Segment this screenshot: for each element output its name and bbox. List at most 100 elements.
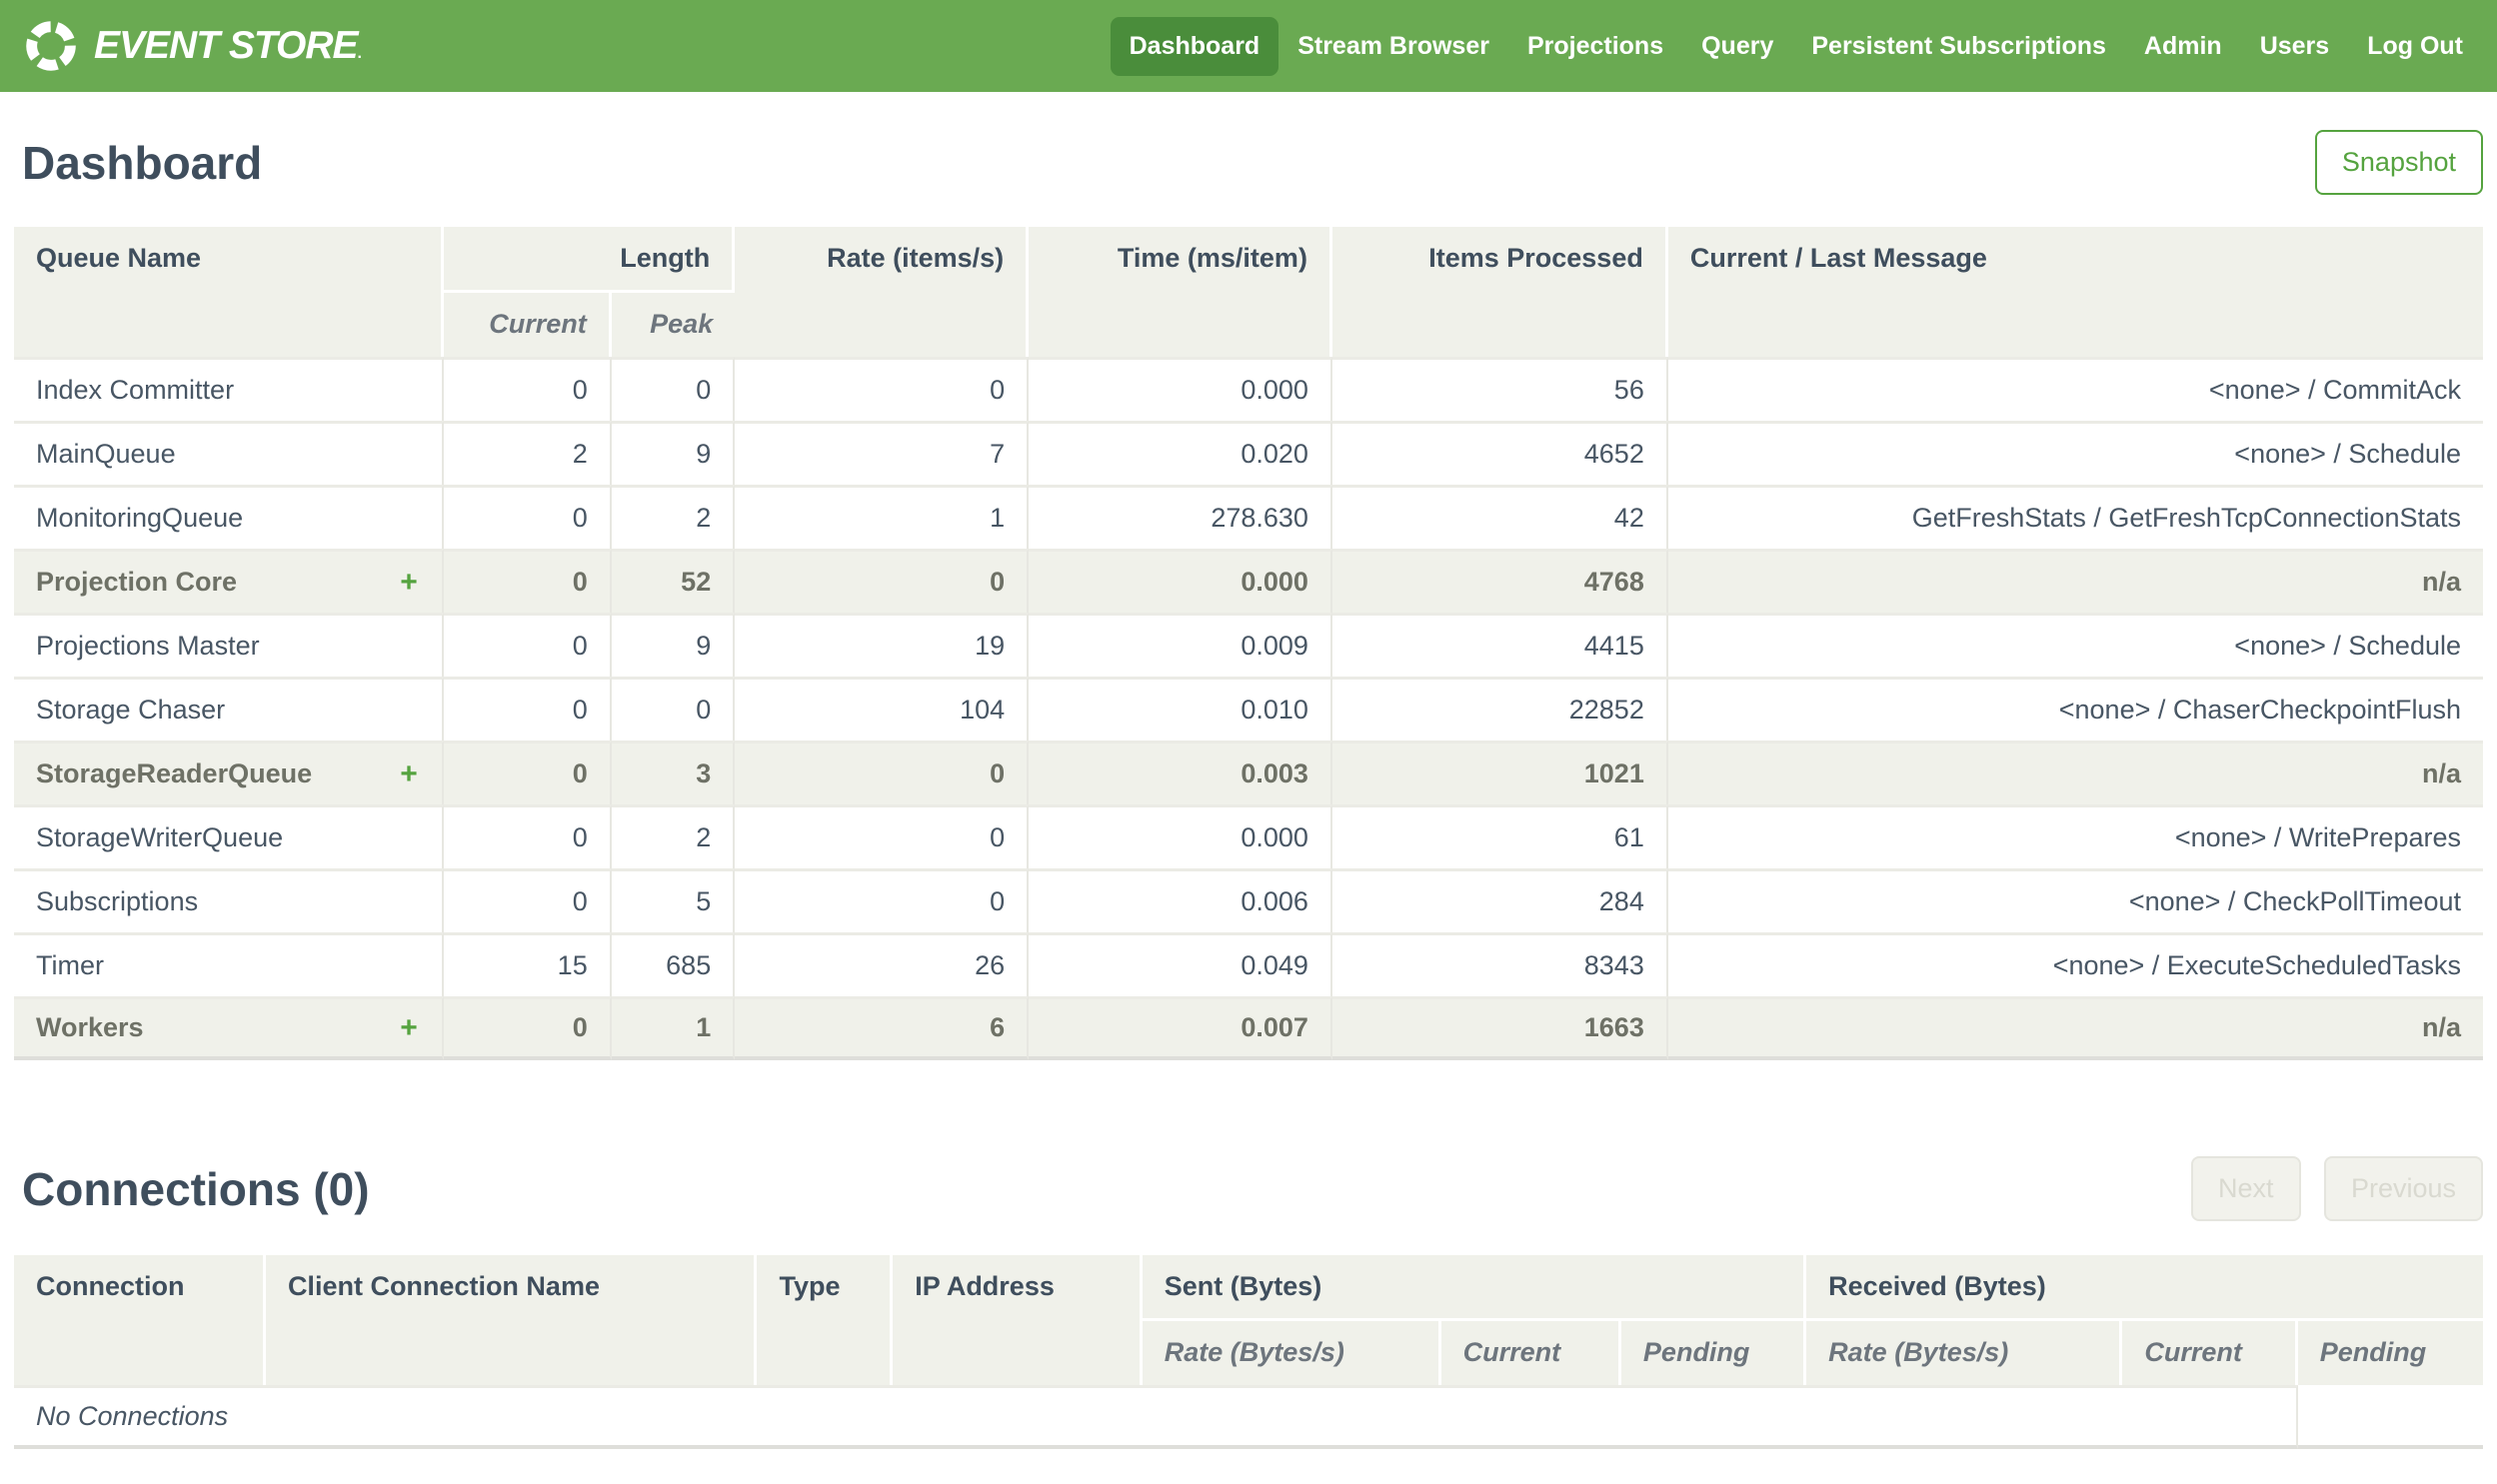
queue-row: Timer 15 685 26 0.049 8343 <none> / Exec…	[14, 932, 2483, 996]
snapshot-button[interactable]: Snapshot	[2314, 130, 2483, 195]
queue-length-peak: 0	[611, 357, 736, 421]
queue-message: <none> / ChaserCheckpointFlush	[1667, 677, 2483, 741]
nav-item-persistent-subscriptions[interactable]: Persistent Subscriptions	[1792, 17, 2125, 76]
queue-message: <none> / CheckPollTimeout	[1667, 868, 2483, 932]
brand-text: EVENT STORE.	[94, 24, 362, 67]
queue-row: MonitoringQueue 0 2 1 278.630 42 GetFres…	[14, 485, 2483, 549]
queue-rate: 7	[735, 421, 1030, 485]
header-length: Length	[443, 227, 736, 293]
header-sent-pending: Pending	[1620, 1321, 1807, 1385]
nav-item-log-out[interactable]: Log Out	[2348, 17, 2482, 76]
queue-name: Timer	[36, 950, 104, 980]
queue-items-processed: 4415	[1331, 613, 1668, 677]
queue-length-peak: 0	[611, 677, 736, 741]
queue-message: <none> / ExecuteScheduledTasks	[1667, 932, 2483, 996]
nav-item-admin[interactable]: Admin	[2125, 17, 2241, 76]
queue-message: <none> / WritePrepares	[1667, 804, 2483, 868]
queue-rate: 1	[735, 485, 1030, 549]
header-received-current: Current	[2122, 1321, 2298, 1385]
queue-time: 0.010	[1029, 677, 1332, 741]
ghost-cell	[2297, 1385, 2483, 1449]
top-navbar: EVENT STORE. Dashboard Stream Browser Pr…	[0, 0, 2497, 92]
main-content: Dashboard Snapshot Queue Name Length Rat…	[0, 130, 2497, 1449]
header-time: Time (ms/item)	[1029, 227, 1332, 357]
queue-row: Subscriptions 0 5 0 0.006 284 <none> / C…	[14, 868, 2483, 932]
header-received-rate: Rate (Bytes/s)	[1806, 1321, 2123, 1385]
queue-length-current: 0	[443, 677, 612, 741]
connections-table-body: No Connections	[14, 1385, 2483, 1449]
expand-plus-icon[interactable]: +	[398, 566, 420, 600]
queue-time: 0.000	[1029, 804, 1332, 868]
queue-name: Workers	[36, 1012, 144, 1042]
expand-plus-icon[interactable]: +	[398, 1011, 420, 1045]
queue-time: 0.000	[1029, 549, 1332, 613]
next-button[interactable]: Next	[2190, 1156, 2301, 1221]
queue-length-current: 0	[443, 549, 612, 613]
queue-message: GetFreshStats / GetFreshTcpConnectionSta…	[1667, 485, 2483, 549]
queue-row: Projection Core + 0 52 0 0.000 4768 n/a	[14, 549, 2483, 613]
header-connection: Connection	[14, 1255, 266, 1385]
nav-item-projections[interactable]: Projections	[1508, 17, 1682, 76]
queue-length-peak: 1	[611, 996, 736, 1060]
queue-length-peak: 685	[611, 932, 736, 996]
queue-message: n/a	[1667, 549, 2483, 613]
queue-items-processed: 61	[1331, 804, 1668, 868]
connections-table: Connection Client Connection Name Type I…	[14, 1255, 2483, 1449]
queue-row: Workers + 0 1 6 0.007 1663 n/a	[14, 996, 2483, 1060]
pager: Next Previous	[2172, 1156, 2483, 1221]
header-type: Type	[757, 1255, 894, 1385]
queue-length-current: 0	[443, 485, 612, 549]
page-header: Dashboard Snapshot	[14, 130, 2483, 195]
queue-length-current: 0	[443, 996, 612, 1060]
queue-items-processed: 284	[1331, 868, 1668, 932]
queue-name: StorageWriterQueue	[36, 822, 284, 852]
nav-menu: Dashboard Stream Browser Projections Que…	[1110, 16, 2482, 76]
header-ip-address: IP Address	[893, 1255, 1143, 1385]
queue-name: StorageReaderQueue	[36, 758, 313, 788]
queue-name: Index Committer	[36, 375, 235, 405]
brand[interactable]: EVENT STORE.	[22, 17, 362, 75]
queue-row: Storage Chaser 0 0 104 0.010 22852 <none…	[14, 677, 2483, 741]
header-sent-rate: Rate (Bytes/s)	[1142, 1321, 1441, 1385]
nav-item-users[interactable]: Users	[2241, 17, 2349, 76]
connections-header: Connections (0) Next Previous	[14, 1156, 2483, 1221]
queue-rate: 0	[735, 804, 1030, 868]
queue-items-processed: 4768	[1331, 549, 1668, 613]
queue-message: n/a	[1667, 996, 2483, 1060]
queue-message: <none> / CommitAck	[1667, 357, 2483, 421]
expand-plus-icon[interactable]: +	[398, 757, 420, 791]
queue-items-processed: 8343	[1331, 932, 1668, 996]
queue-time: 0.049	[1029, 932, 1332, 996]
queue-length-current: 0	[443, 613, 612, 677]
header-sent-current: Current	[1440, 1321, 1621, 1385]
connections-table-header: Connection Client Connection Name Type I…	[14, 1255, 2483, 1385]
queue-length-current: 0	[443, 868, 612, 932]
queue-length-current: 2	[443, 421, 612, 485]
queue-time: 0.000	[1029, 357, 1332, 421]
queue-length-peak: 3	[611, 741, 736, 804]
nav-item-query[interactable]: Query	[1682, 17, 1792, 76]
queue-rate: 0	[735, 868, 1030, 932]
header-message: Current / Last Message	[1667, 227, 2483, 357]
queue-message: <none> / Schedule	[1667, 421, 2483, 485]
queue-length-peak: 9	[611, 421, 736, 485]
nav-item-dashboard[interactable]: Dashboard	[1110, 16, 1279, 76]
queue-name: Subscriptions	[36, 886, 199, 916]
queue-rate: 26	[735, 932, 1030, 996]
queue-length-peak: 2	[611, 804, 736, 868]
queue-name: Projection Core	[36, 567, 238, 597]
no-connections-row: No Connections	[14, 1385, 2483, 1449]
header-received-pending: Pending	[2297, 1321, 2483, 1385]
queue-length-peak: 9	[611, 613, 736, 677]
header-length-current: Current	[443, 293, 612, 357]
previous-button[interactable]: Previous	[2323, 1156, 2483, 1221]
queue-items-processed: 22852	[1331, 677, 1668, 741]
queue-table-body: Index Committer 0 0 0 0.000 56 <none> / …	[14, 357, 2483, 1060]
queue-items-processed: 1663	[1331, 996, 1668, 1060]
queue-time: 0.020	[1029, 421, 1332, 485]
nav-item-stream-browser[interactable]: Stream Browser	[1278, 17, 1508, 76]
queue-length-current: 0	[443, 804, 612, 868]
header-items-processed: Items Processed	[1331, 227, 1668, 357]
header-rate: Rate (items/s)	[735, 227, 1030, 357]
queue-rate: 19	[735, 613, 1030, 677]
